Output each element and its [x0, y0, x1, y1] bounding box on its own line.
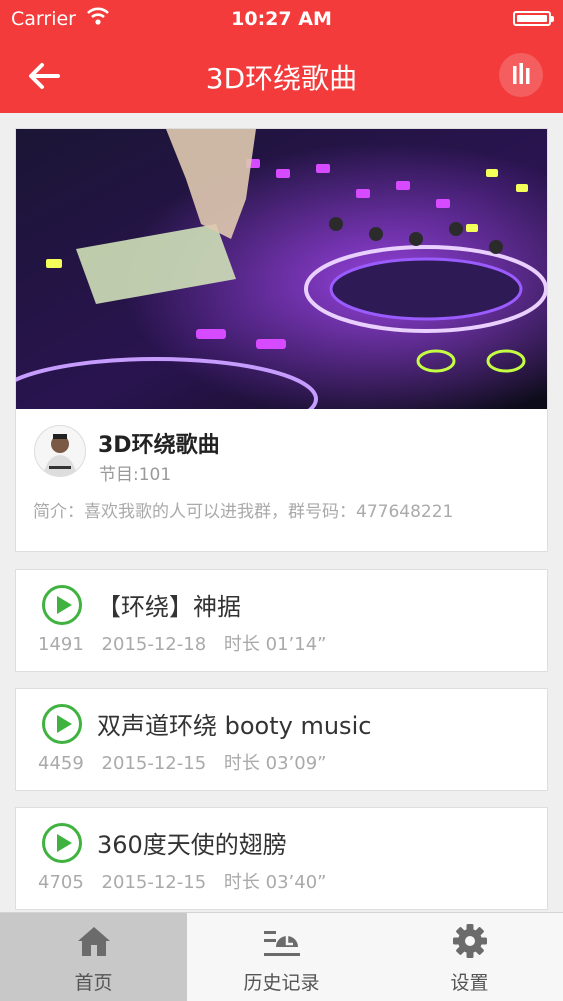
avatar-image	[43, 434, 77, 476]
track-duration: 时长 03’09”	[223, 753, 327, 774]
play-count: 4459	[38, 753, 84, 774]
track-item[interactable]: 360度天使的翅膀 4705 2015-12-15 时长 03’40”	[15, 807, 548, 910]
play-icon[interactable]	[41, 822, 83, 864]
gear-icon	[453, 924, 487, 958]
banner-image	[16, 129, 547, 409]
track-title: 【环绕】神据	[97, 593, 241, 621]
channel-description: 简介：喜欢我歌的人可以进我群，群号码：477648221	[33, 502, 454, 522]
channel-card: 3D环绕歌曲 节目:101 简介：喜欢我歌的人可以进我群，群号码：4776482…	[15, 128, 548, 552]
tab-home-label: 首页	[74, 972, 113, 994]
track-title: 双声道环绕 booty music	[97, 712, 372, 740]
track-item[interactable]: 【环绕】神据 1491 2015-12-18 时长 01’14”	[15, 569, 548, 672]
track-meta: 1491 2015-12-18 时长 01’14”	[38, 630, 338, 656]
tab-history[interactable]: 历史记录	[188, 913, 375, 1001]
page-title: 3D环绕歌曲	[205, 62, 358, 95]
status-bar: Carrier 10:27 AM	[0, 0, 563, 38]
track-date: 2015-12-18	[101, 634, 207, 655]
tab-bar: 首页 历史记录 设置	[0, 912, 563, 1001]
track-date: 2015-12-15	[101, 872, 207, 893]
channel-title: 3D环绕歌曲	[98, 433, 220, 458]
clock: 10:27 AM	[231, 8, 332, 30]
tab-settings-label: 设置	[450, 972, 489, 994]
play-icon[interactable]	[41, 703, 83, 745]
track-date: 2015-12-15	[101, 753, 207, 774]
play-count: 1491	[38, 634, 84, 655]
track-duration: 时长 01’14”	[223, 634, 327, 655]
episode-count: 节目:101	[99, 465, 172, 485]
track-item[interactable]: 双声道环绕 booty music 4459 2015-12-15 时长 03’…	[15, 688, 548, 791]
track-title: 360度天使的翅膀	[97, 831, 287, 859]
track-duration: 时长 03’40”	[223, 872, 327, 893]
track-meta: 4459 2015-12-15 时长 03’09”	[38, 749, 338, 775]
tab-home[interactable]: 首页	[0, 913, 187, 1001]
nav-header: Carrier 10:27 AM 3D环绕歌曲	[0, 0, 563, 113]
play-count: 4705	[38, 872, 84, 893]
history-icon	[264, 931, 300, 956]
tab-settings[interactable]: 设置	[376, 913, 563, 1001]
track-meta: 4705 2015-12-15 时长 03’40”	[38, 868, 338, 894]
tab-history-label: 历史记录	[243, 972, 320, 994]
avatar[interactable]	[34, 425, 86, 477]
battery-icon	[513, 11, 554, 26]
equalizer-button[interactable]	[499, 53, 543, 97]
home-icon	[78, 927, 110, 956]
equalizer-icon	[513, 63, 530, 84]
play-icon[interactable]	[41, 584, 83, 626]
